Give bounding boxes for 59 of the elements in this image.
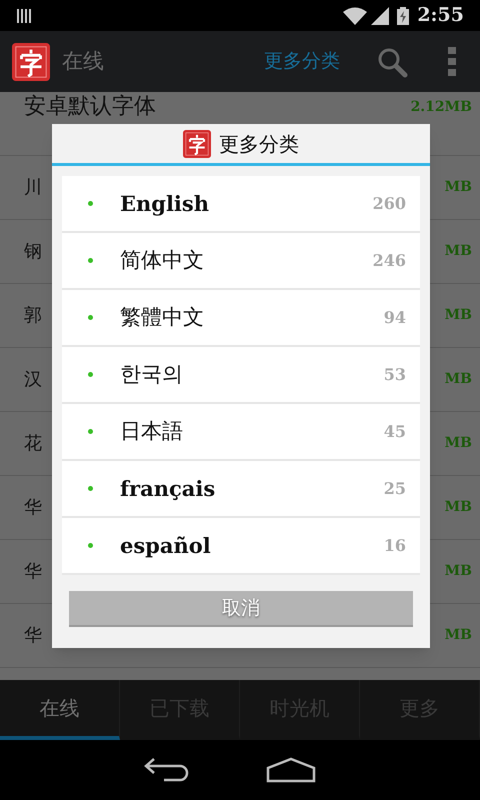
font-logo-icon xyxy=(183,130,211,158)
category-count: 53 xyxy=(384,364,406,386)
category-count: 260 xyxy=(372,192,406,214)
font-name: 华 xyxy=(24,624,42,648)
font-name: 汉 xyxy=(24,368,42,392)
battery-icon xyxy=(397,6,410,24)
overflow-menu-icon[interactable] xyxy=(448,46,456,76)
font-logo-icon xyxy=(12,42,50,80)
font-size: 2.12MB xyxy=(410,100,472,114)
category-count: 16 xyxy=(384,534,406,556)
dialog-title: 更多分类 xyxy=(219,130,299,158)
bullet-icon xyxy=(88,543,93,548)
category-item[interactable]: français 25 xyxy=(62,461,420,518)
category-count: 94 xyxy=(384,306,406,328)
font-name: 安卓默认字体 xyxy=(24,96,156,118)
category-label: 日本語 xyxy=(120,418,183,445)
bullet-icon xyxy=(88,315,93,320)
category-label: 简体中文 xyxy=(120,246,204,274)
category-item[interactable]: 한국의 53 xyxy=(62,347,420,404)
bullet-icon xyxy=(88,258,93,263)
font-size: MB xyxy=(444,434,472,453)
font-size: MB xyxy=(444,306,472,325)
font-name: 华 xyxy=(24,496,42,520)
font-name: 钢 xyxy=(24,240,42,264)
clock: 2:55 xyxy=(417,3,464,28)
bullet-icon xyxy=(88,372,93,377)
category-label: français xyxy=(120,474,216,503)
bullet-icon xyxy=(88,486,93,491)
category-item[interactable]: English 260 xyxy=(62,176,420,233)
category-item[interactable]: español 16 xyxy=(62,518,420,575)
search-icon[interactable] xyxy=(376,46,408,78)
font-name: 川 xyxy=(24,176,42,200)
category-count: 45 xyxy=(384,420,406,442)
font-size: MB xyxy=(444,178,472,197)
font-size: MB xyxy=(444,242,472,261)
category-label: 繁體中文 xyxy=(120,304,204,331)
font-size: MB xyxy=(444,370,472,389)
back-icon[interactable] xyxy=(144,757,190,783)
bullet-icon xyxy=(88,429,93,434)
category-label: English xyxy=(120,190,210,218)
signal-icon xyxy=(371,6,390,24)
wifi-icon xyxy=(343,6,368,24)
font-name: 华 xyxy=(24,560,42,584)
category-label: 한국의 xyxy=(120,360,183,388)
app-title: 在线 xyxy=(62,48,104,75)
category-item[interactable]: 简体中文 246 xyxy=(62,233,420,290)
category-count: 246 xyxy=(372,250,406,272)
font-name: 郭 xyxy=(24,304,42,328)
font-size: MB xyxy=(444,498,472,517)
category-item[interactable]: 繁體中文 94 xyxy=(62,290,420,347)
font-size: MB xyxy=(444,562,472,581)
notification-icon xyxy=(16,8,32,24)
font-name: 花 xyxy=(24,432,42,456)
category-label: español xyxy=(120,532,211,560)
bullet-icon xyxy=(88,201,93,206)
home-icon[interactable] xyxy=(266,757,316,783)
font-size: MB xyxy=(444,626,472,645)
category-item[interactable]: 日本語 45 xyxy=(62,404,420,461)
category-count: 25 xyxy=(384,478,406,500)
